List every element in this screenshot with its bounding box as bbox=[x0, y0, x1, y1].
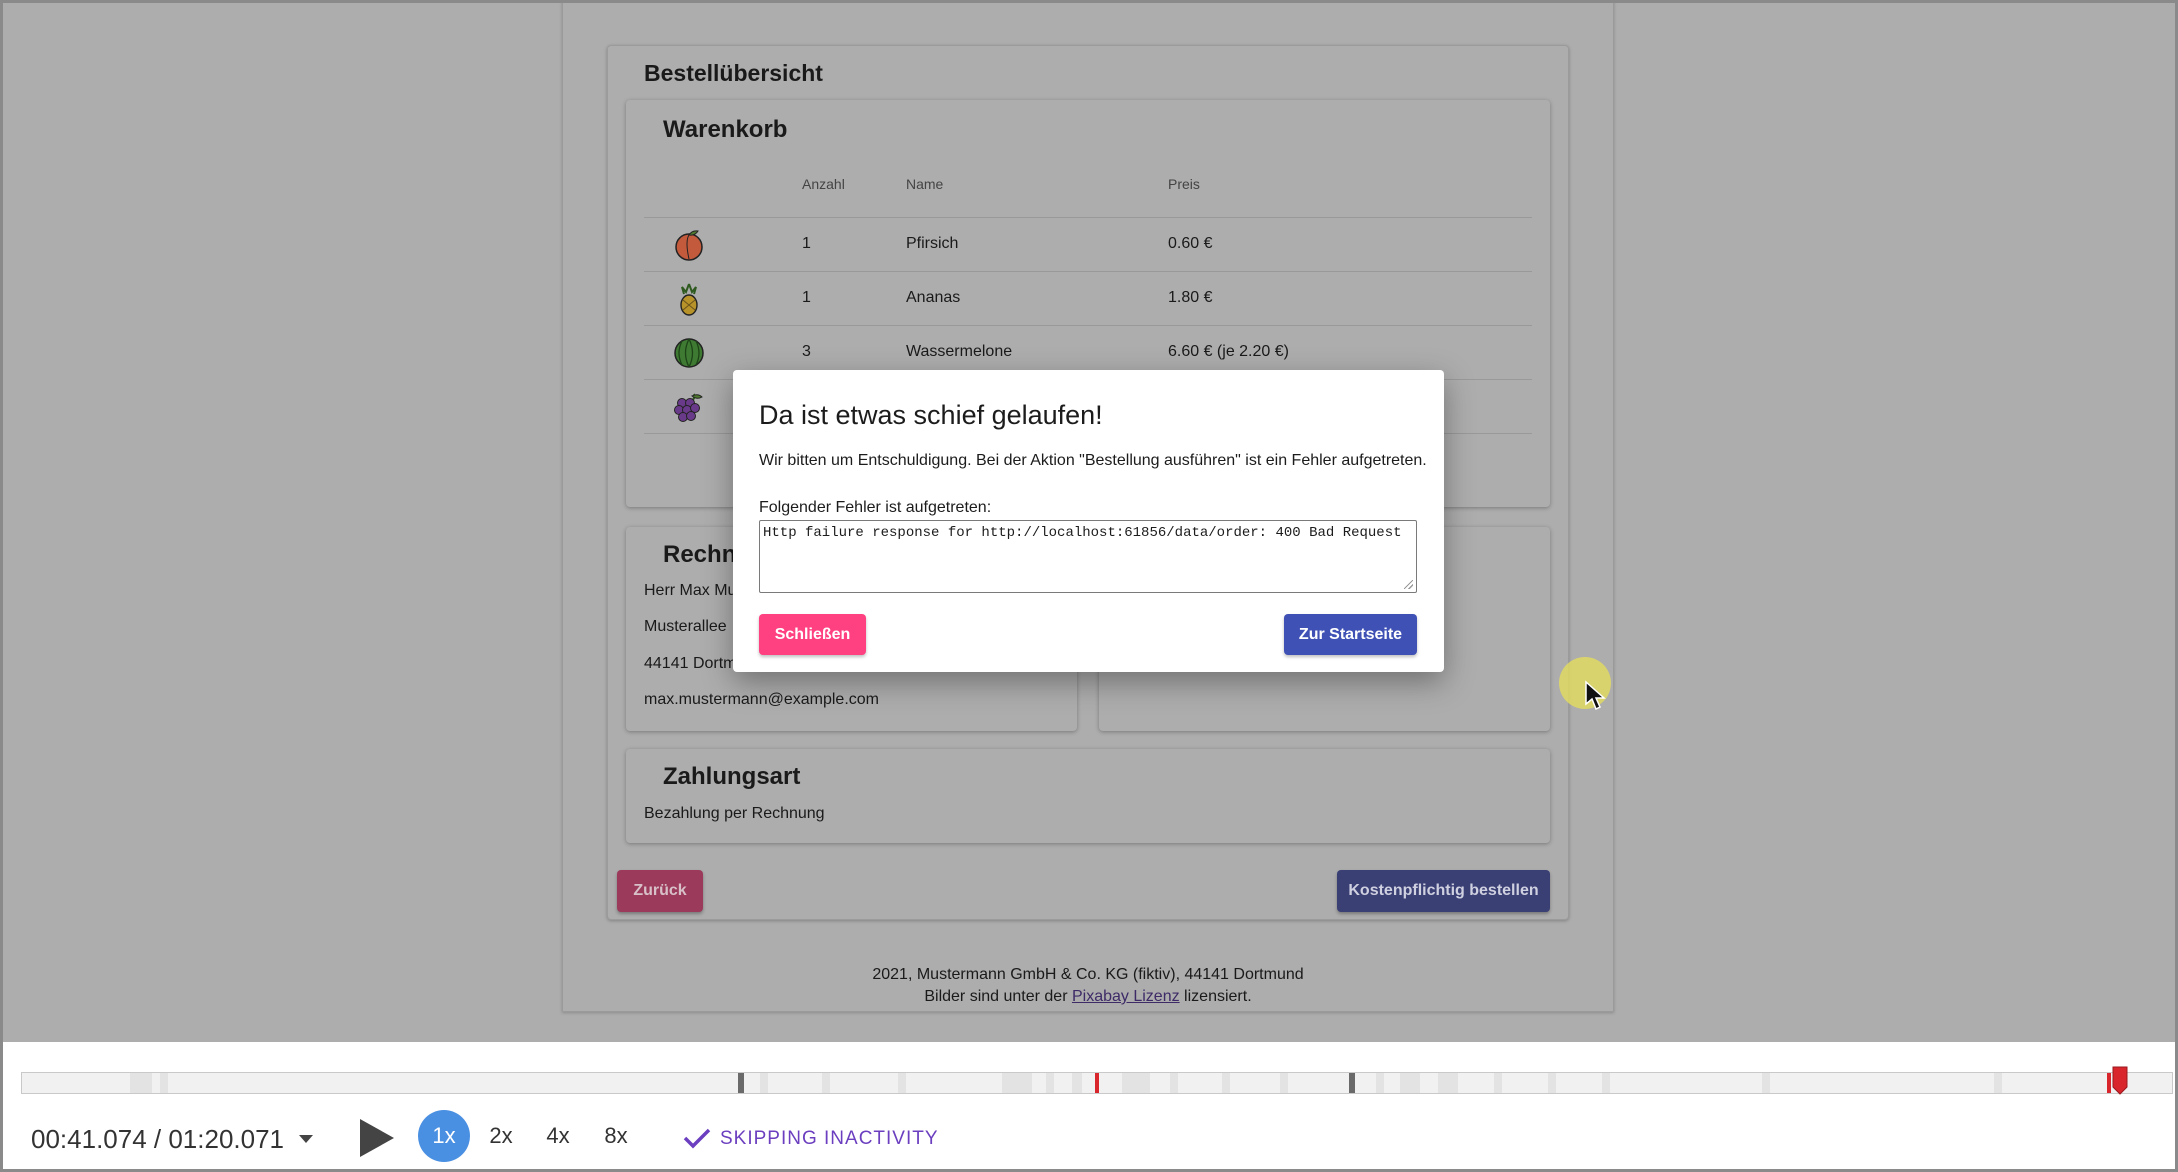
replay-controls bbox=[3, 1042, 2175, 1169]
payment-card: Zahlungsart bbox=[626, 749, 1550, 843]
checkmark-icon[interactable] bbox=[682, 1127, 712, 1149]
error-text: Http failure response for http://localho… bbox=[763, 525, 1402, 541]
row-name: Wassermelone bbox=[906, 343, 1013, 360]
activity-segment bbox=[822, 1073, 830, 1093]
footer-license-suffix: lizensiert. bbox=[1179, 988, 1252, 1005]
billing-street: Musterallee bbox=[644, 618, 727, 635]
peach-icon bbox=[675, 230, 703, 261]
footer-license-prefix: Bilder sind unter der bbox=[924, 988, 1072, 1005]
row-qty: 1 bbox=[802, 235, 811, 252]
activity-segment bbox=[1376, 1073, 1384, 1093]
activity-segment bbox=[1002, 1073, 1032, 1093]
activity-segment bbox=[1280, 1073, 1288, 1093]
close-button[interactable]: Schließen bbox=[759, 614, 866, 655]
table-row: 1 Pfirsich 0.60 € bbox=[644, 217, 1532, 271]
chevron-down-icon[interactable] bbox=[299, 1135, 313, 1143]
error-tick bbox=[1095, 1073, 1099, 1093]
activity-segment bbox=[898, 1073, 906, 1093]
activity-segment bbox=[1438, 1073, 1458, 1093]
dialog-title: Da ist etwas schief gelaufen! bbox=[759, 400, 1103, 430]
footer-copyright: 2021, Mustermann GmbH & Co. KG (fiktiv),… bbox=[872, 966, 1304, 983]
activity-segment bbox=[1222, 1073, 1230, 1093]
speed-8x-button[interactable]: 8x bbox=[590, 1110, 642, 1162]
resize-handle[interactable] bbox=[1404, 580, 1413, 589]
row-qty: 1 bbox=[802, 289, 811, 306]
activity-segment bbox=[1602, 1073, 1610, 1093]
payment-method: Bezahlung per Rechnung bbox=[644, 805, 825, 822]
billing-city: 44141 Dortm bbox=[644, 655, 737, 672]
activity-segment bbox=[1122, 1073, 1150, 1093]
place-order-button[interactable]: Kostenpflichtig bestellen bbox=[1337, 870, 1550, 912]
activity-segment bbox=[130, 1073, 152, 1093]
watermelon-icon bbox=[674, 338, 704, 368]
grapes-icon bbox=[674, 393, 703, 422]
pineapple-icon bbox=[680, 283, 698, 316]
column-header-price: Preis bbox=[1168, 176, 1200, 192]
row-price: 6.60 € (je 2.20 €) bbox=[1168, 343, 1289, 360]
error-textarea[interactable]: Http failure response for http://localho… bbox=[759, 520, 1417, 593]
activity-segment bbox=[1400, 1073, 1420, 1093]
speed-2x-button[interactable]: 2x bbox=[475, 1110, 527, 1162]
activity-segment bbox=[1072, 1073, 1082, 1093]
activity-segment bbox=[1170, 1073, 1178, 1093]
order-summary-heading: Bestellübersicht bbox=[644, 60, 823, 86]
playback-time: 00:41.074 / 01:20.071 bbox=[31, 1124, 285, 1154]
activity-segment bbox=[760, 1073, 768, 1093]
play-icon[interactable] bbox=[358, 1117, 396, 1159]
row-price: 0.60 € bbox=[1168, 235, 1213, 252]
error-label: Folgender Fehler ist aufgetreten: bbox=[759, 499, 992, 516]
speed-4x-button[interactable]: 4x bbox=[532, 1110, 584, 1162]
billing-email: max.mustermann@example.com bbox=[644, 691, 879, 708]
cart-heading: Warenkorb bbox=[663, 116, 788, 143]
dialog-message: Wir bitten um Entschuldigung. Bei der Ak… bbox=[759, 452, 1427, 469]
skip-inactivity-toggle[interactable]: SKIPPING INACTIVITY bbox=[720, 1128, 939, 1150]
row-price: 1.80 € bbox=[1168, 289, 1213, 306]
row-name: Ananas bbox=[906, 289, 961, 306]
activity-segment bbox=[1494, 1073, 1502, 1093]
pixabay-license-link[interactable]: Pixabay Lizenz bbox=[1072, 988, 1180, 1005]
column-header-name: Name bbox=[906, 176, 944, 192]
event-tick bbox=[1349, 1073, 1355, 1093]
error-marker-icon[interactable] bbox=[2112, 1063, 2128, 1095]
activity-segment bbox=[1046, 1073, 1054, 1093]
payment-heading: Zahlungsart bbox=[663, 763, 801, 790]
activity-segment bbox=[1548, 1073, 1556, 1093]
activity-segment bbox=[1994, 1073, 2002, 1093]
table-row: 1 Ananas 1.80 € bbox=[644, 271, 1532, 325]
footer-license: Bilder sind unter der Pixabay Lizenz liz… bbox=[562, 988, 1614, 1006]
timeline-scrubber[interactable] bbox=[21, 1072, 2173, 1094]
row-qty: 3 bbox=[802, 343, 811, 360]
error-dialog: Da ist etwas schief gelaufen! Wir bitten… bbox=[733, 370, 1444, 672]
mouse-pointer-icon bbox=[1585, 680, 1606, 711]
home-button[interactable]: Zur Startseite bbox=[1284, 614, 1417, 655]
event-tick bbox=[738, 1073, 744, 1093]
row-name: Pfirsich bbox=[906, 235, 959, 252]
billing-name: Herr Max Mu bbox=[644, 582, 737, 599]
back-button[interactable]: Zurück bbox=[617, 870, 703, 912]
activity-segment bbox=[1762, 1073, 1770, 1093]
column-header-qty: Anzahl bbox=[802, 176, 845, 192]
error-tick bbox=[2107, 1073, 2111, 1093]
activity-segment bbox=[160, 1073, 168, 1093]
speed-1x-button[interactable]: 1x bbox=[418, 1110, 470, 1162]
